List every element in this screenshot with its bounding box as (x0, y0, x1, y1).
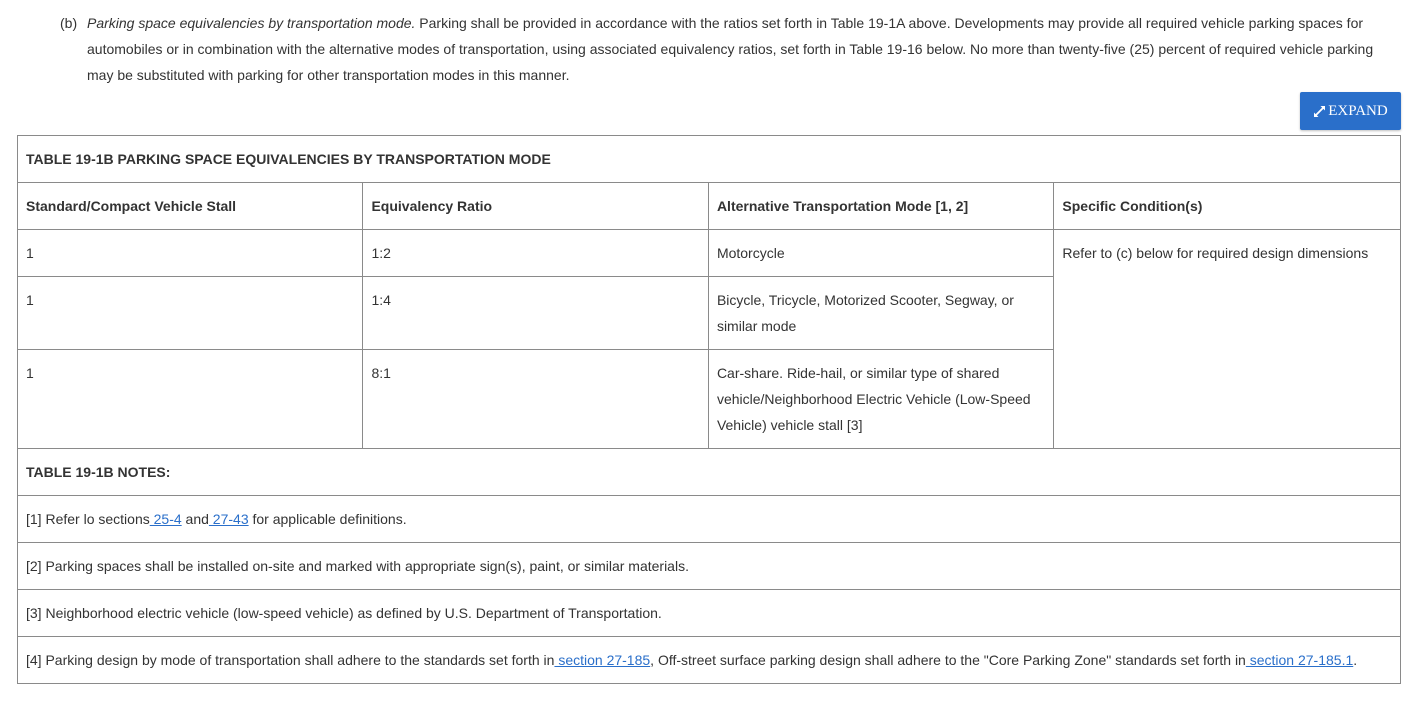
table-caption: TABLE 19-1B PARKING SPACE EQUIVALENCIES … (17, 135, 1401, 183)
note-3: [3] Neighborhood electric vehicle (low-s… (17, 589, 1401, 637)
header-ratio: Equivalency Ratio (362, 182, 709, 230)
subsection-paragraph: (b) Parking space equivalencies by trans… (60, 10, 1400, 88)
cell-ratio: 8:1 (362, 349, 709, 449)
table-row: 1 1:2 Motorcycle Refer to (c) below for … (16, 229, 1401, 449)
header-stall: Standard/Compact Vehicle Stall (16, 182, 364, 230)
cell-mode: Bicycle, Tricycle, Motorized Scooter, Se… (707, 276, 1055, 350)
subsection-text: Parking space equivalencies by transport… (87, 10, 1400, 88)
section-25-4-link[interactable]: 25-4 (150, 511, 182, 527)
note-1: [1] Refer lo sections 25-4 and 27-43 for… (17, 495, 1401, 543)
note-2: [2] Parking spaces shall be installed on… (17, 542, 1401, 590)
note-1-middle: and (181, 511, 209, 527)
subsection-number: (b) (60, 15, 78, 31)
note-4-suffix: . (1353, 652, 1358, 668)
cell-ratio: 1:2 (362, 229, 709, 277)
expand-button[interactable]: EXPAND (1300, 92, 1401, 130)
cell-condition: Refer to (c) below for required design d… (1053, 229, 1401, 449)
cell-stall: 1 (16, 276, 364, 350)
cell-stall: 1 (16, 229, 364, 277)
subsection-title: Parking space equivalencies by transport… (87, 15, 416, 31)
note-4: [4] Parking design by mode of transporta… (17, 636, 1401, 684)
header-mode: Alternative Transportation Mode [1, 2] (707, 182, 1055, 230)
note-1-prefix: [1] Refer lo sections (26, 511, 150, 527)
notes-title: TABLE 19-1B NOTES: (17, 448, 1401, 496)
cell-ratio: 1:4 (362, 276, 709, 350)
note-4-middle: , Off-street surface parking design shal… (650, 652, 1246, 668)
cell-mode: Car-share. Ride-hail, or similar type of… (707, 349, 1055, 449)
expand-button-label: EXPAND (1328, 102, 1388, 119)
section-27-185-1-link[interactable]: section 27-185.1 (1246, 652, 1354, 668)
cell-mode: Motorcycle (707, 229, 1055, 277)
section-27-43-link[interactable]: 27-43 (209, 511, 249, 527)
equivalency-table: TABLE 19-1B PARKING SPACE EQUIVALENCIES … (16, 135, 1401, 684)
note-4-prefix: [4] Parking design by mode of transporta… (26, 652, 555, 668)
section-27-185-link[interactable]: section 27-185 (554, 652, 650, 668)
table-header-row: Standard/Compact Vehicle Stall Equivalen… (16, 182, 1401, 230)
header-condition: Specific Condition(s) (1053, 182, 1401, 230)
note-1-suffix: for applicable definitions. (248, 511, 407, 527)
cell-stall: 1 (16, 349, 364, 449)
expand-arrows-icon (1313, 105, 1326, 118)
